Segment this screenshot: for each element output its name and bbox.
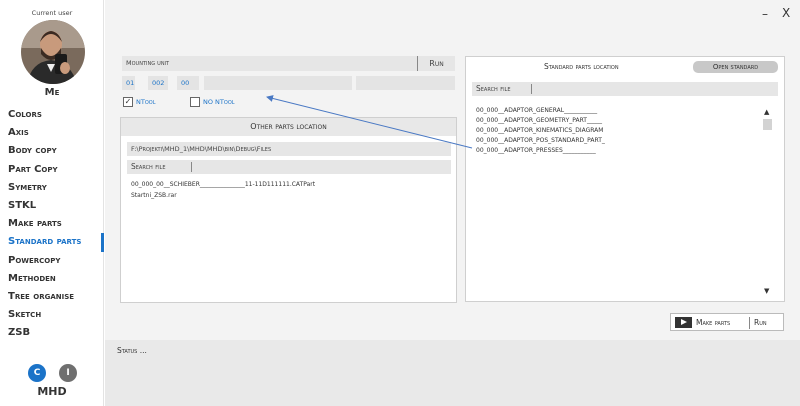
make-parts-button[interactable]: Make parts Run bbox=[670, 313, 784, 331]
user-name: Me bbox=[44, 87, 60, 98]
make-parts-label: Make parts bbox=[696, 318, 731, 327]
mounting-run-button[interactable]: Run bbox=[417, 56, 455, 71]
scroll-up-icon[interactable]: ▲ bbox=[764, 108, 769, 116]
c-button[interactable]: C bbox=[28, 364, 46, 382]
status-bar: Status ... bbox=[105, 340, 800, 406]
run-button[interactable]: Run bbox=[754, 314, 767, 332]
sidebar-item-sketch[interactable]: Sketch bbox=[0, 306, 104, 324]
scroll-down-icon[interactable]: ▼ bbox=[764, 287, 769, 295]
sidebar-item-axis[interactable]: Axis bbox=[0, 124, 104, 142]
other-parts-panel: Other parts location F:\Projekti\MHD_1\M… bbox=[120, 117, 457, 303]
info-button[interactable]: I bbox=[59, 364, 77, 382]
open-standard-button[interactable]: Open standard bbox=[693, 61, 778, 73]
sidebar-item-powercopy[interactable]: Powercopy bbox=[0, 252, 104, 270]
ntool-checkbox[interactable]: ✓ bbox=[123, 97, 133, 107]
list-item[interactable]: 00_000__ADAPTOR_PRESSES___________ bbox=[476, 146, 605, 156]
sidebar-item-standard-parts[interactable]: Standard parts bbox=[0, 233, 104, 252]
list-item[interactable]: 00_000__ADAPTOR_GENERAL___________ bbox=[476, 106, 605, 116]
status-text: Status ... bbox=[117, 346, 147, 355]
sidebar-item-symetry[interactable]: Symetry bbox=[0, 179, 104, 197]
main-area: – X Mounting unit Run 01 002 00 ✓ NTool … bbox=[105, 0, 800, 406]
avatar[interactable] bbox=[21, 20, 85, 84]
other-parts-title: Other parts location bbox=[121, 118, 456, 136]
list-item[interactable]: 00_000__ADAPTOR_KINEMATICS_DIAGRAM bbox=[476, 126, 605, 136]
search-separator bbox=[531, 84, 532, 94]
play-icon bbox=[675, 317, 692, 328]
minimize-button[interactable]: – bbox=[762, 7, 768, 21]
code-field-1[interactable]: 01 bbox=[122, 76, 135, 90]
standard-parts-search-input[interactable]: Search file bbox=[472, 82, 778, 96]
ntool-label[interactable]: NTool bbox=[136, 98, 156, 106]
code-field-2[interactable]: 002 bbox=[148, 76, 168, 90]
list-item[interactable]: 00_000__ADAPTOR_POS_STANDARD_PART_ bbox=[476, 136, 605, 146]
sidebar-item-stkl[interactable]: STKL bbox=[0, 197, 104, 215]
search-separator bbox=[191, 162, 192, 172]
sidebar-item-make-parts[interactable]: Make parts bbox=[0, 215, 104, 233]
nontool-checkbox[interactable] bbox=[190, 97, 200, 107]
button-separator bbox=[749, 317, 750, 329]
code-field-4[interactable] bbox=[204, 76, 352, 90]
list-item[interactable]: 00_000__ADAPTOR_GEOMETRY_PART_____ bbox=[476, 116, 605, 126]
other-parts-search-input[interactable]: Search file bbox=[127, 160, 451, 174]
close-button[interactable]: X bbox=[782, 6, 790, 20]
scrollbar-thumb[interactable] bbox=[763, 119, 772, 130]
nontool-label[interactable]: NO NTool bbox=[203, 98, 235, 106]
file-item[interactable]: Startni_ZSB.rar bbox=[131, 192, 177, 199]
sidebar-item-zsb[interactable]: ZSB bbox=[0, 324, 104, 342]
current-user-label: Current user bbox=[31, 9, 73, 17]
file-item[interactable]: 00_000_00__SCHIEBER_______________11-11D… bbox=[131, 181, 315, 188]
standard-parts-list: 00_000__ADAPTOR_GENERAL___________ 00_00… bbox=[476, 106, 605, 156]
standard-parts-panel: Standard parts location Open standard Se… bbox=[465, 56, 785, 302]
mounting-unit-field[interactable]: Mounting unit bbox=[122, 56, 455, 71]
sidebar-item-part-copy[interactable]: Part Copy bbox=[0, 161, 104, 179]
sidebar-item-colors[interactable]: Colors bbox=[0, 106, 104, 124]
sidebar-item-body-copy[interactable]: Body copy bbox=[0, 142, 104, 160]
app-footer-label: MHD bbox=[37, 385, 67, 398]
sidebar: Current user Me Colors Axis Body copy Pa… bbox=[0, 0, 104, 406]
sidebar-item-tree-organise[interactable]: Tree organise bbox=[0, 288, 104, 306]
code-field-5[interactable] bbox=[356, 76, 455, 90]
sidebar-menu: Colors Axis Body copy Part Copy Symetry … bbox=[0, 106, 104, 342]
sidebar-item-methoden[interactable]: Methoden bbox=[0, 270, 104, 288]
code-field-3[interactable]: 00 bbox=[177, 76, 199, 90]
other-parts-path: F:\Projekti\MHD_1\MHD\MHD\bin\Debug\File… bbox=[127, 142, 451, 156]
